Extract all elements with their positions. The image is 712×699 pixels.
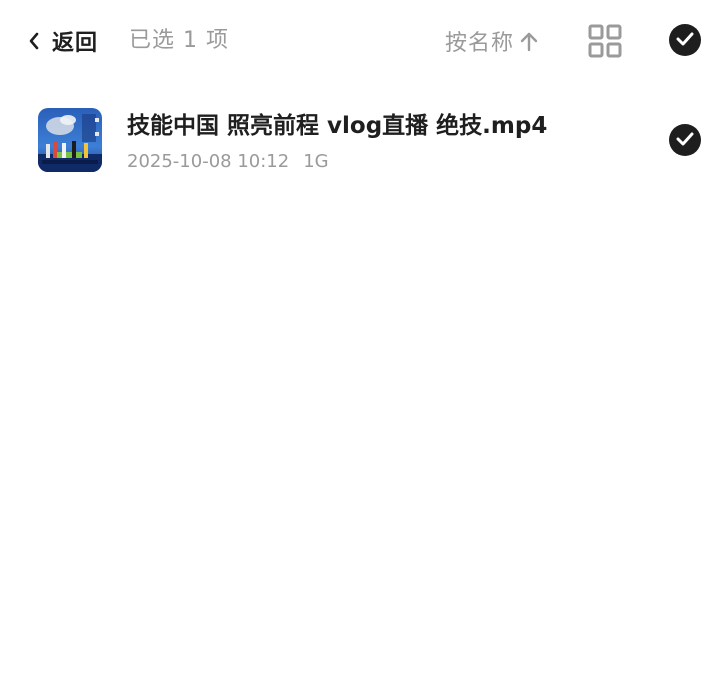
sort-by-name-button[interactable]: 按名称 — [445, 22, 538, 60]
check-circle-icon — [676, 131, 694, 150]
video-thumbnail[interactable] — [38, 108, 102, 172]
back-label: 返回 — [52, 31, 99, 56]
grid-view-toggle[interactable] — [588, 24, 622, 58]
top-bar: 返回 已选 1 项 按名称 — [0, 0, 712, 82]
grid-view-icon — [588, 24, 622, 62]
file-select-checkbox[interactable] — [669, 124, 701, 156]
file-row[interactable]: 技能中国 照亮前程 vlog直播 绝技.mp4 2025-10-08 10:12… — [0, 96, 712, 186]
arrow-up-icon — [514, 30, 538, 52]
sort-label: 按名称 — [445, 31, 515, 56]
check-circle-icon — [676, 31, 694, 50]
file-meta: 2025-10-08 10:12 1G — [127, 151, 329, 172]
chevron-left-icon — [28, 31, 40, 51]
file-name[interactable]: 技能中国 照亮前程 vlog直播 绝技.mp4 — [127, 106, 547, 140]
select-all-checkbox[interactable] — [669, 24, 701, 56]
back-button[interactable]: 返回 — [28, 22, 98, 60]
file-size: 1G — [303, 151, 329, 172]
selected-count: 已选 1 项 — [129, 28, 229, 53]
file-date: 2025-10-08 10:12 — [127, 151, 290, 172]
